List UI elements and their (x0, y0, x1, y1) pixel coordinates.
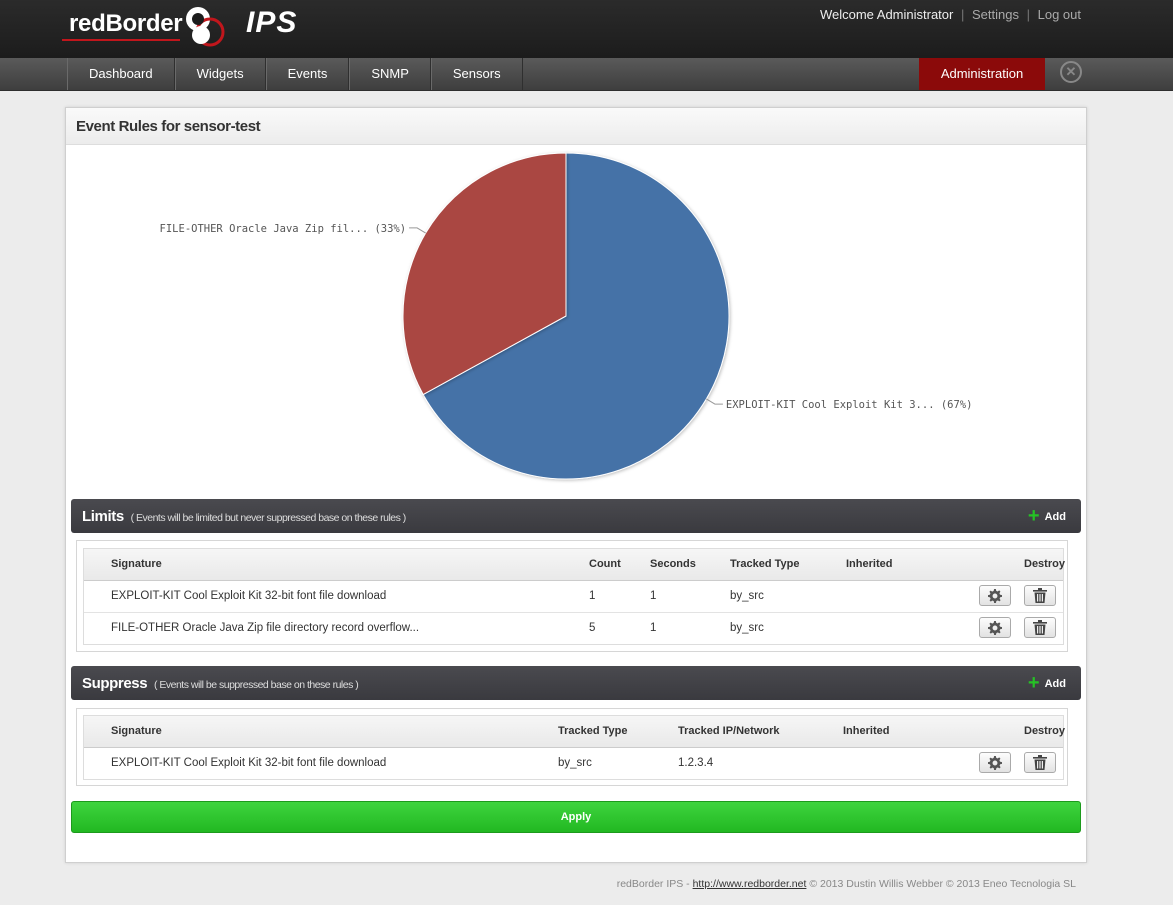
row-signature: FILE-OTHER Oracle Java Zip file director… (111, 622, 420, 634)
nav-dashboard[interactable]: Dashboard (67, 58, 175, 90)
pie-chart: EXPLOIT-KIT Cool Exploit Kit 3... (67%) F… (160, 152, 973, 480)
destroy-trash-button[interactable] (1024, 617, 1056, 638)
row-signature: EXPLOIT-KIT Cool Exploit Kit 32-bit font… (111, 590, 387, 602)
top-header: redBorder IPS Welcome Administrator | Se… (0, 0, 1173, 58)
footer-copyright: © 2013 Dustin Willis Webber © 2013 Eneo … (809, 878, 1076, 890)
col-signature: Signature (111, 558, 162, 570)
destroy-trash-button[interactable] (1024, 752, 1056, 773)
row-seconds: 1 (650, 590, 657, 602)
limits-add-label: Add (1044, 511, 1066, 523)
apply-button[interactable]: Apply (71, 801, 1081, 833)
footer: redBorder IPS - http://www.redborder.net… (0, 878, 1076, 890)
brand-underline (62, 39, 180, 41)
suppress-table: Signature Tracked Type Tracked IP/Networ… (83, 715, 1065, 780)
limits-table: Signature Count Seconds Tracked Type Inh… (83, 548, 1065, 645)
settings-link[interactable]: Settings (972, 7, 1019, 22)
table-row: FILE-OTHER Oracle Java Zip file director… (84, 613, 1063, 644)
col-inherited: Inherited (843, 725, 890, 737)
suppress-note: ( Events will be suppressed base on thes… (153, 679, 359, 691)
nav-events[interactable]: Events (265, 58, 350, 90)
limits-add-button[interactable]: + Add (1028, 506, 1066, 526)
col-destroy: Destroy (1024, 558, 1065, 570)
event-rules-panel: Event Rules for sensor-test EXPLOIT-KIT … (65, 107, 1087, 863)
edit-gear-button[interactable] (979, 617, 1011, 638)
footer-link[interactable]: http://www.redborder.net (693, 878, 807, 890)
row-signature: EXPLOIT-KIT Cool Exploit Kit 32-bit font… (111, 757, 387, 769)
brand-mark-icon (186, 7, 225, 47)
trash-icon (1033, 588, 1047, 603)
panel-title: Event Rules for sensor-test (76, 118, 261, 135)
pie-connector-0 (706, 398, 723, 405)
nav-items: Dashboard Widgets Events SNMP Sensors (67, 58, 523, 90)
limits-title-text: Limits (82, 508, 124, 525)
nav-widgets[interactable]: Widgets (174, 58, 266, 90)
col-seconds: Seconds (650, 558, 696, 570)
edit-gear-button[interactable] (979, 585, 1011, 606)
table-row: EXPLOIT-KIT Cool Exploit Kit 32-bit font… (84, 581, 1063, 613)
suppress-title-text: Suppress (82, 675, 148, 692)
nav-sensors[interactable]: Sensors (430, 58, 523, 90)
suppress-title: Suppress ( Events will be suppressed bas… (82, 675, 359, 692)
gear-icon (988, 620, 1002, 635)
panel-header: Event Rules for sensor-test (66, 108, 1086, 145)
link-separator: | (1026, 7, 1030, 22)
brand-name: redBorder (69, 10, 183, 37)
limits-header-row: Signature Count Seconds Tracked Type Inh… (84, 549, 1065, 581)
row-tracked-type: by_src (558, 757, 592, 769)
gear-icon (988, 588, 1002, 603)
col-tracked-ip: Tracked IP/Network (678, 725, 780, 737)
welcome-text: Welcome Administrator (819, 7, 954, 22)
limits-title: Limits ( Events will be limited but neve… (82, 508, 406, 525)
limits-note: ( Events will be limited but never suppr… (130, 512, 407, 524)
suppress-add-label: Add (1044, 678, 1066, 690)
suppress-header-row: Signature Tracked Type Tracked IP/Networ… (84, 716, 1065, 748)
destroy-trash-button[interactable] (1024, 585, 1056, 606)
main-nav: Dashboard Widgets Events SNMP Sensors Ad… (0, 58, 1173, 91)
pie-connector-1 (409, 227, 426, 234)
row-tracked-type: by_src (730, 622, 764, 634)
logout-link[interactable]: Log out (1038, 7, 1081, 22)
trash-icon (1033, 755, 1047, 770)
col-signature: Signature (111, 725, 162, 737)
plus-icon: + (1027, 672, 1040, 694)
pie-label-0: EXPLOIT-KIT Cool Exploit Kit 3... (67%) (726, 399, 973, 411)
col-inherited: Inherited (846, 558, 893, 570)
col-tracked-type: Tracked Type (558, 725, 628, 737)
nav-administration[interactable]: Administration (919, 58, 1045, 90)
suppress-table-box: Signature Tracked Type Tracked IP/Networ… (76, 708, 1068, 786)
limits-section-header: Limits ( Events will be limited but neve… (71, 499, 1081, 533)
pie-label-1: FILE-OTHER Oracle Java Zip fil... (33%) (160, 223, 407, 235)
row-count: 1 (589, 590, 596, 602)
link-separator: | (960, 7, 965, 22)
suppress-section-header: Suppress ( Events will be suppressed bas… (71, 666, 1081, 700)
pie-chart-container: EXPLOIT-KIT Cool Exploit Kit 3... (67%) F… (66, 144, 1086, 494)
product-name: IPS (246, 6, 298, 39)
row-seconds: 1 (650, 622, 657, 634)
edit-gear-button[interactable] (979, 752, 1011, 773)
row-count: 5 (589, 622, 596, 634)
trash-icon (1033, 620, 1047, 635)
gear-icon (988, 755, 1002, 770)
col-count: Count (589, 558, 621, 570)
row-tracked-ip: 1.2.3.4 (678, 757, 714, 769)
row-tracked-type: by_src (730, 590, 764, 602)
plus-icon: + (1027, 505, 1040, 527)
footer-prefix: redBorder IPS - (616, 878, 690, 890)
col-destroy: Destroy (1024, 725, 1065, 737)
nav-snmp[interactable]: SNMP (349, 58, 431, 90)
suppress-add-button[interactable]: + Add (1028, 673, 1066, 693)
table-row: EXPLOIT-KIT Cool Exploit Kit 32-bit font… (84, 748, 1063, 779)
col-tracked-type: Tracked Type (730, 558, 800, 570)
limits-table-box: Signature Count Seconds Tracked Type Inh… (76, 540, 1068, 652)
user-links: Welcome Administrator | Settings | Log o… (820, 7, 1081, 22)
close-circle-icon[interactable]: ✕ (1060, 61, 1082, 83)
